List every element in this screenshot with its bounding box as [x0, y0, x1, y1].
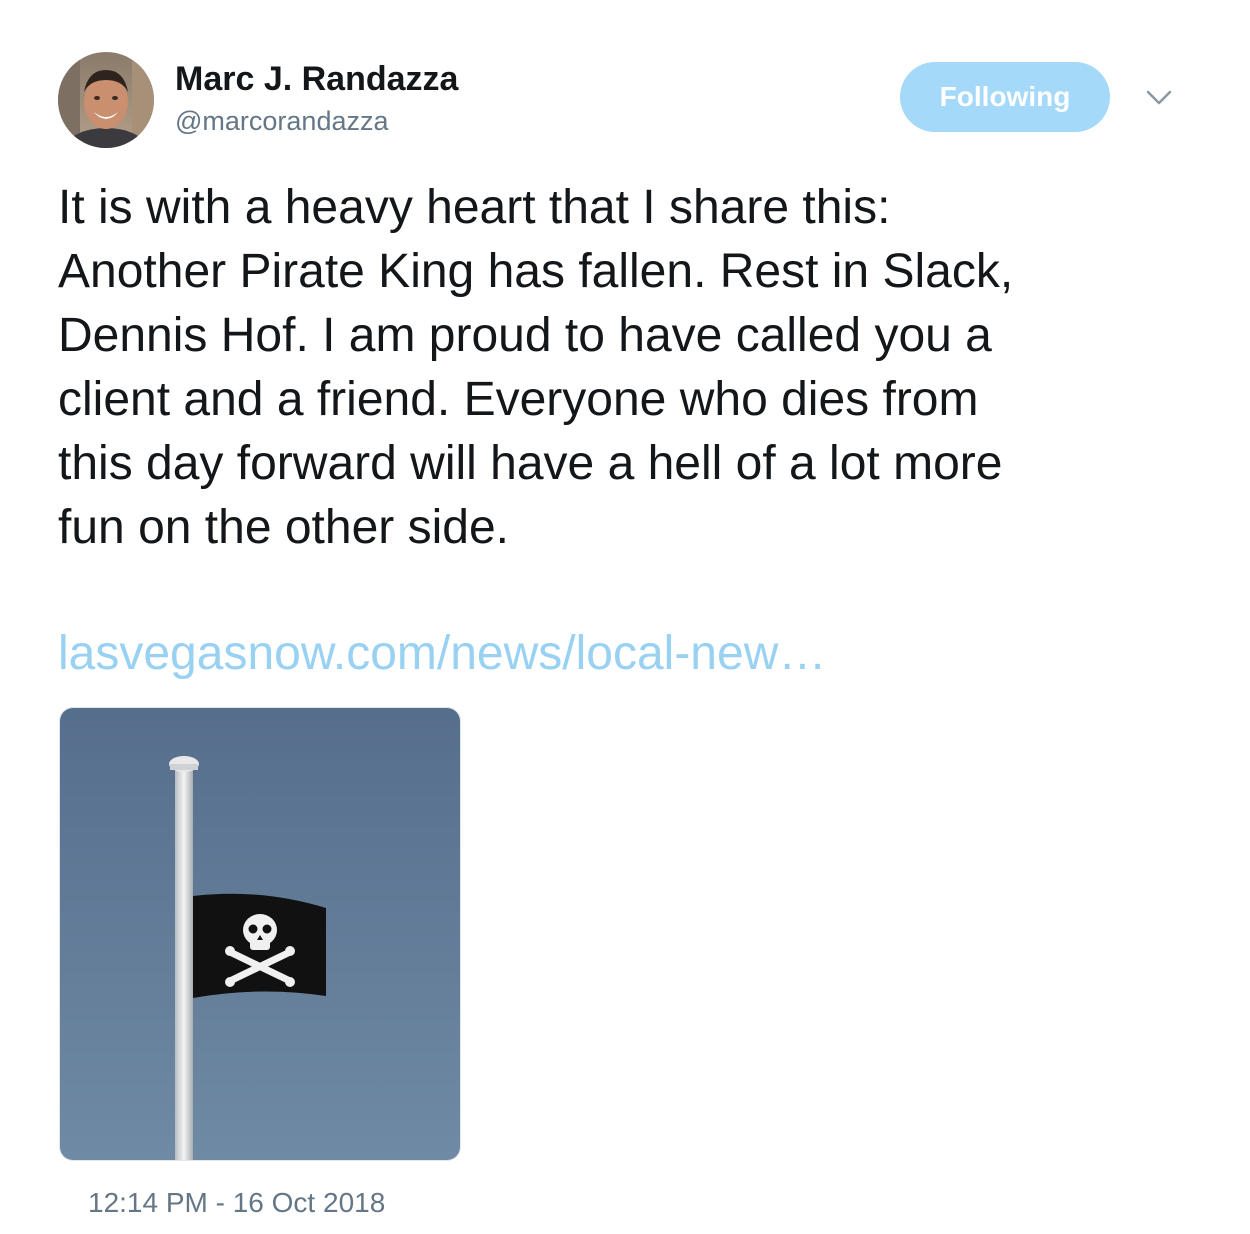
following-button[interactable]: Following: [900, 62, 1110, 132]
tweet-media-image[interactable]: [59, 707, 461, 1161]
tweet-text: It is with a heavy heart that I share th…: [58, 176, 1218, 560]
tweet-text-line: fun on the other side.: [58, 501, 509, 554]
author-handle[interactable]: @marcorandazza: [175, 105, 389, 137]
pirate-flag-image: [60, 708, 460, 1160]
tweet-text-line: this day forward will have a hell of a l…: [58, 437, 1003, 490]
tweet-card: Marc J. Randazza @marcorandazza Followin…: [0, 0, 1250, 1234]
tweet-text-line: It is with a heavy heart that I share th…: [58, 181, 891, 234]
tweet-timestamp[interactable]: 12:14 PM - 16 Oct 2018: [88, 1186, 385, 1220]
tweet-text-line: Another Pirate King has fallen. Rest in …: [58, 245, 1014, 298]
tweet-text-line: client and a friend. Everyone who dies f…: [58, 373, 979, 426]
author-display-name[interactable]: Marc J. Randazza: [175, 59, 458, 99]
avatar[interactable]: [58, 52, 154, 148]
tweet-text-line: Dennis Hof. I am proud to have called yo…: [58, 309, 992, 362]
chevron-down-icon[interactable]: [1144, 86, 1174, 110]
avatar-photo: [58, 52, 154, 148]
tweet-link[interactable]: lasvegasnow.com/news/local-new…: [58, 622, 826, 686]
